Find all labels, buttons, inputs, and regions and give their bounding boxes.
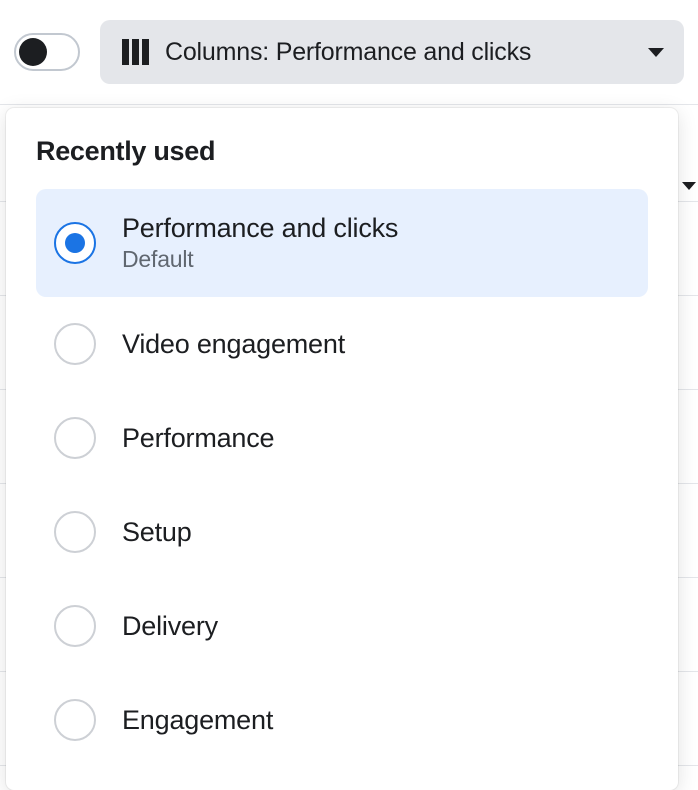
section-title: Recently used xyxy=(36,136,648,167)
radio-icon xyxy=(54,605,96,647)
option-text: Delivery xyxy=(122,611,218,642)
option-text: Video engagement xyxy=(122,329,345,360)
option-list: Performance and clicks Default Video eng… xyxy=(36,189,648,767)
option-engagement[interactable]: Engagement xyxy=(36,673,648,767)
radio-icon xyxy=(54,511,96,553)
option-label: Setup xyxy=(122,517,192,548)
option-performance[interactable]: Performance xyxy=(36,391,648,485)
columns-dropdown-label: Columns: Performance and clicks xyxy=(165,38,632,67)
option-label: Performance xyxy=(122,423,274,454)
option-label: Engagement xyxy=(122,705,273,736)
radio-icon xyxy=(54,699,96,741)
option-label: Performance and clicks xyxy=(122,213,398,244)
option-text: Engagement xyxy=(122,705,273,736)
option-text: Setup xyxy=(122,517,192,548)
option-label: Delivery xyxy=(122,611,218,642)
radio-icon xyxy=(54,417,96,459)
option-sublabel: Default xyxy=(122,246,398,273)
option-video-engagement[interactable]: Video engagement xyxy=(36,297,648,391)
chevron-down-icon xyxy=(682,182,696,190)
chevron-down-icon xyxy=(648,48,664,57)
columns-dropdown-panel: Recently used Performance and clicks Def… xyxy=(6,108,678,790)
toggle-switch[interactable] xyxy=(14,33,80,71)
radio-icon xyxy=(54,323,96,365)
option-text: Performance and clicks Default xyxy=(122,213,398,273)
option-text: Performance xyxy=(122,423,274,454)
option-performance-and-clicks[interactable]: Performance and clicks Default xyxy=(36,189,648,297)
columns-dropdown-button[interactable]: Columns: Performance and clicks xyxy=(100,20,684,84)
option-setup[interactable]: Setup xyxy=(36,485,648,579)
toggle-knob xyxy=(19,38,47,66)
radio-icon xyxy=(54,222,96,264)
columns-icon xyxy=(122,39,149,65)
toolbar: Columns: Performance and clicks xyxy=(0,0,698,105)
option-label: Video engagement xyxy=(122,329,345,360)
option-delivery[interactable]: Delivery xyxy=(36,579,648,673)
